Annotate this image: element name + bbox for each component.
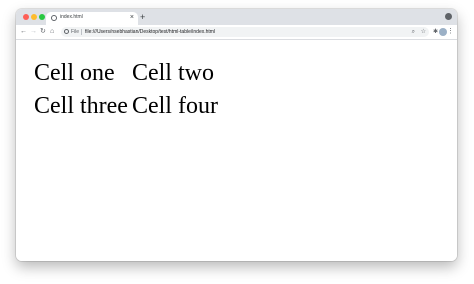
html-table: Cell one Cell two Cell three Cell four [30,54,222,126]
home-icon[interactable]: ⌂ [50,26,54,38]
tab-title: index.html [60,14,83,20]
tab-index-html[interactable]: index.html × [46,12,138,25]
table-cell: Cell four [131,93,218,119]
tab-search-icon[interactable] [445,13,452,20]
title-bar: index.html × + [16,9,457,25]
table-cell: Cell three [34,93,128,119]
new-tab-button[interactable]: + [140,11,145,23]
zoom-icon[interactable]: ⌕ [412,28,415,36]
tab-close-icon[interactable]: × [130,13,134,23]
table-cell: Cell one [34,60,115,86]
forward-icon[interactable]: → [30,26,37,38]
info-icon[interactable] [64,29,69,34]
avatar[interactable] [439,28,447,36]
page-content: Cell one Cell two Cell three Cell four [16,40,457,261]
browser-toolbar: ← → ↻ ⌂ File file:///Users/nsebhastian/D… [16,25,457,40]
address-bar[interactable]: File file:///Users/nsebhastian/Desktop/t… [61,27,429,37]
globe-icon [51,15,57,21]
url-text[interactable]: file:///Users/nsebhastian/Desktop/test/h… [85,29,215,35]
minimize-window-button[interactable] [31,14,37,20]
table-row: Cell one Cell two [34,60,218,87]
table-cell: Cell two [131,60,214,86]
extensions-icon[interactable]: ✱ [433,26,438,38]
omnibox-divider [81,29,82,35]
back-icon[interactable]: ← [20,26,27,38]
browser-window: index.html × + ← → ↻ ⌂ File file:///User… [16,9,457,261]
bookmark-star-icon[interactable]: ☆ [421,28,426,36]
close-window-button[interactable] [23,14,29,20]
reload-icon[interactable]: ↻ [40,26,46,38]
table-row: Cell three Cell four [34,93,218,120]
scheme-label: File [71,29,80,35]
menu-icon[interactable]: ⋮ [447,26,454,38]
maximize-window-button[interactable] [39,14,45,20]
